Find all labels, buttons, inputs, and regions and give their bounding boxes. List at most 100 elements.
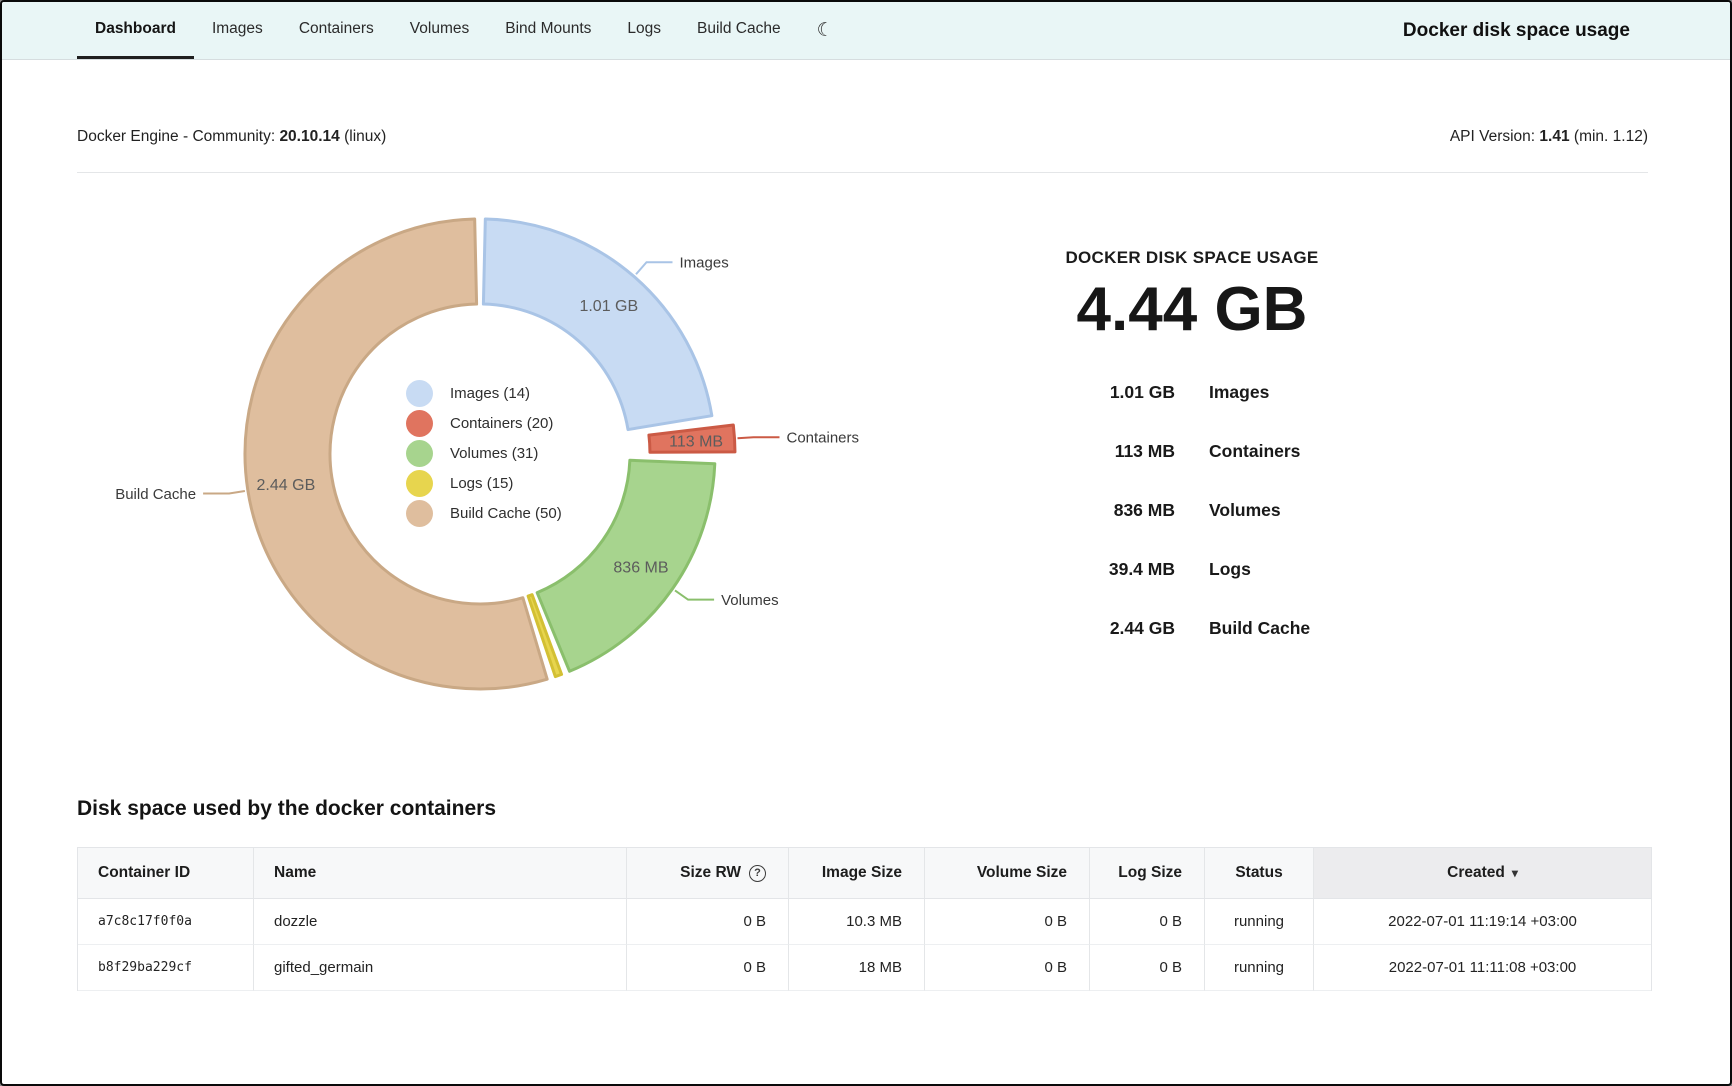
cell-created: 2022-07-01 11:19:14 +03:00 bbox=[1314, 899, 1651, 945]
cell-status: running bbox=[1205, 899, 1314, 945]
cell-log-size: 0 B bbox=[1090, 899, 1205, 945]
usage-size: 2.44 GB bbox=[982, 618, 1175, 639]
callout-line-build-cache bbox=[203, 491, 245, 493]
tab-containers[interactable]: Containers bbox=[281, 2, 392, 59]
dark-mode-toggle[interactable]: ☾ bbox=[799, 2, 852, 59]
cell-volume-size: 0 B bbox=[925, 899, 1090, 945]
chart-legend: Images (14) Containers (20) Volumes (31) Lo… bbox=[406, 378, 562, 528]
usage-row-containers: 113 MB Containers bbox=[982, 422, 1402, 481]
legend-label: Containers (20) bbox=[450, 415, 553, 432]
legend-swatch-icon bbox=[406, 500, 433, 527]
usage-size: 113 MB bbox=[982, 441, 1175, 462]
column-header-label: Image Size bbox=[822, 864, 902, 882]
usage-label: Build Cache bbox=[1209, 618, 1402, 639]
column-header-label: Created bbox=[1447, 864, 1505, 882]
legend-swatch-icon bbox=[406, 470, 433, 497]
cell-name: gifted_germain bbox=[254, 945, 627, 991]
column-header-container-id[interactable]: Container ID bbox=[78, 848, 254, 899]
cell-size-rw: 0 B bbox=[627, 945, 789, 991]
legend-item-build-cache[interactable]: Build Cache (50) bbox=[406, 498, 562, 528]
column-header-size-rw[interactable]: Size RW? bbox=[627, 848, 789, 899]
usage-label: Containers bbox=[1209, 441, 1402, 462]
summary-rows: 1.01 GB Images 113 MB Containers 836 MB Volum… bbox=[982, 363, 1402, 658]
table-row-dozzle: a7c8c17f0f0adozzle0 B10.3 MB0 B0 Brunnin… bbox=[78, 899, 1651, 945]
legend-label: Logs (15) bbox=[450, 475, 513, 492]
table-header-row: Container ID Name Size RW? Image Size Volume… bbox=[78, 848, 1651, 899]
column-header-log-size[interactable]: Log Size bbox=[1090, 848, 1205, 899]
api-version-text: API Version: 1.41 (min. 1.12) bbox=[1450, 128, 1648, 146]
column-header-created[interactable]: Created ▾ bbox=[1314, 848, 1651, 899]
disk-usage-summary: DOCKER DISK SPACE USAGE 4.44 GB 1.01 GB I… bbox=[982, 248, 1402, 658]
nav-tabs: DashboardImagesContainersVolumesBind Mou… bbox=[77, 2, 799, 59]
summary-title: DOCKER DISK SPACE USAGE bbox=[982, 248, 1402, 268]
cell-name: dozzle bbox=[254, 899, 627, 945]
callout-line-images bbox=[636, 262, 672, 274]
cell-log-size: 0 B bbox=[1090, 945, 1205, 991]
usage-size: 1.01 GB bbox=[982, 382, 1175, 403]
moon-icon: ☾ bbox=[817, 19, 834, 42]
tab-logs[interactable]: Logs bbox=[609, 2, 679, 59]
legend-swatch-icon bbox=[406, 440, 433, 467]
cell-image-size: 10.3 MB bbox=[789, 899, 925, 945]
cell-container-id: a7c8c17f0f0a bbox=[78, 899, 254, 945]
legend-item-volumes[interactable]: Volumes (31) bbox=[406, 438, 562, 468]
legend-swatch-icon bbox=[406, 380, 433, 407]
usage-label: Logs bbox=[1209, 559, 1402, 580]
callout-label-build-cache: Build Cache bbox=[115, 486, 196, 503]
cell-created: 2022-07-01 11:11:08 +03:00 bbox=[1314, 945, 1651, 991]
column-header-label: Volume Size bbox=[977, 864, 1067, 882]
usage-row-build-cache: 2.44 GB Build Cache bbox=[982, 599, 1402, 658]
tab-images[interactable]: Images bbox=[194, 2, 281, 59]
legend-item-images[interactable]: Images (14) bbox=[406, 378, 562, 408]
containers-section-heading: Disk space used by the docker containers bbox=[77, 797, 496, 821]
usage-label: Images bbox=[1209, 382, 1402, 403]
cell-volume-size: 0 B bbox=[925, 945, 1090, 991]
tab-build-cache[interactable]: Build Cache bbox=[679, 2, 799, 59]
help-icon[interactable]: ? bbox=[749, 865, 766, 882]
callout-label-images: Images bbox=[680, 254, 729, 271]
usage-row-volumes: 836 MB Volumes bbox=[982, 481, 1402, 540]
usage-size: 39.4 MB bbox=[982, 559, 1175, 580]
column-header-label: Name bbox=[274, 864, 316, 882]
legend-item-logs[interactable]: Logs (15) bbox=[406, 468, 562, 498]
cell-size-rw: 0 B bbox=[627, 899, 789, 945]
callout-line-volumes bbox=[675, 590, 714, 599]
sort-desc-icon: ▾ bbox=[1512, 866, 1518, 880]
usage-row-images: 1.01 GB Images bbox=[982, 363, 1402, 422]
engine-version-text: Docker Engine - Community: 20.10.14 (lin… bbox=[77, 128, 386, 146]
top-nav: DashboardImagesContainersVolumesBind Mou… bbox=[2, 2, 1730, 60]
usage-label: Volumes bbox=[1209, 500, 1402, 521]
column-header-image-size[interactable]: Image Size bbox=[789, 848, 925, 899]
table-row-gifted-germain: b8f29ba229cfgifted_germain0 B18 MB0 B0 B… bbox=[78, 945, 1651, 991]
column-header-label: Size RW bbox=[680, 864, 741, 882]
section-divider bbox=[77, 172, 1648, 173]
cell-status: running bbox=[1205, 945, 1314, 991]
usage-size: 836 MB bbox=[982, 500, 1175, 521]
callout-label-containers: Containers bbox=[786, 430, 859, 447]
column-header-status[interactable]: Status bbox=[1205, 848, 1314, 899]
tab-volumes[interactable]: Volumes bbox=[392, 2, 487, 59]
summary-total-size: 4.44 GB bbox=[982, 274, 1402, 345]
legend-label: Build Cache (50) bbox=[450, 505, 562, 522]
docker-disk-usage-page: DashboardImagesContainersVolumesBind Mou… bbox=[0, 0, 1732, 1086]
legend-label: Volumes (31) bbox=[450, 445, 538, 462]
app-title: Docker disk space usage bbox=[1403, 20, 1630, 42]
column-header-volume-size[interactable]: Volume Size bbox=[925, 848, 1090, 899]
segment-value-label: 2.44 GB bbox=[257, 477, 316, 494]
segment-value-label: 113 MB bbox=[669, 433, 723, 450]
engine-info-bar: Docker Engine - Community: 20.10.14 (lin… bbox=[77, 128, 1648, 146]
callout-label-volumes: Volumes bbox=[721, 592, 779, 609]
column-header-label: Container ID bbox=[98, 864, 190, 882]
column-header-name[interactable]: Name bbox=[254, 848, 627, 899]
legend-swatch-icon bbox=[406, 410, 433, 437]
tab-bind-mounts[interactable]: Bind Mounts bbox=[487, 2, 609, 59]
legend-label: Images (14) bbox=[450, 385, 530, 402]
table-body: a7c8c17f0f0adozzle0 B10.3 MB0 B0 Brunnin… bbox=[78, 899, 1651, 991]
tab-dashboard[interactable]: Dashboard bbox=[77, 2, 194, 59]
cell-container-id: b8f29ba229cf bbox=[78, 945, 254, 991]
column-header-label: Log Size bbox=[1118, 864, 1182, 882]
segment-value-label: 1.01 GB bbox=[579, 298, 638, 315]
legend-item-containers[interactable]: Containers (20) bbox=[406, 408, 562, 438]
containers-table: Container ID Name Size RW? Image Size Volume… bbox=[77, 847, 1652, 991]
cell-image-size: 18 MB bbox=[789, 945, 925, 991]
